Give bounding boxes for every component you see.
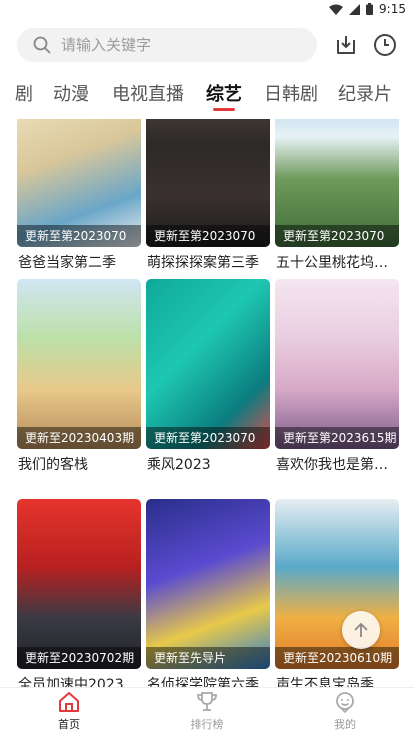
card-title: 爸爸当家第二季 [18, 255, 116, 271]
poster-image: 更新至先导片 [146, 499, 270, 669]
status-bar: 9:15 [0, 0, 414, 18]
poster-image: 更新至20230403期 [17, 279, 141, 449]
update-badge: 更新至第2023070 [154, 431, 256, 445]
poster-image: 更新至20230610期 [275, 499, 399, 669]
scroll-to-top-button[interactable] [342, 611, 380, 649]
home-icon [59, 692, 79, 712]
history-clock-icon [374, 34, 396, 56]
poster-image: 更新至第2023070 [17, 119, 141, 247]
search-row [0, 28, 414, 64]
tab-documentary[interactable]: 纪录片 [338, 80, 392, 106]
trophy-icon [197, 692, 217, 711]
tab-drama[interactable]: 剧 [15, 80, 33, 106]
poster-image: 更新至第2023070 [146, 279, 270, 449]
active-tab-indicator [213, 108, 235, 111]
card-title: 萌探探探案第三季 [147, 255, 259, 271]
signal-icon [349, 3, 361, 15]
card-title: 乘风2023 [147, 457, 211, 473]
update-badge: 更新至20230610期 [283, 651, 393, 665]
tab-tv-live[interactable]: 电视直播 [112, 80, 184, 106]
poster-image: 更新至第2023070 [146, 119, 270, 247]
search-box[interactable] [17, 28, 317, 62]
card-title: 我们的客栈 [18, 457, 88, 473]
nav-profile[interactable]: 我的 [305, 690, 385, 736]
nav-home[interactable]: 首页 [29, 690, 109, 736]
tab-variety[interactable]: 综艺 [206, 80, 242, 106]
variety-grid: 更新至第2023070 爸爸当家第二季 更新至第2023070 萌探探探案第三季… [0, 119, 414, 687]
card-title: 声生不息宝岛季 [276, 677, 374, 687]
search-input[interactable] [61, 36, 281, 54]
update-badge: 更新至先导片 [154, 651, 227, 665]
nav-profile-label: 我的 [334, 718, 356, 731]
nav-ranking-label: 排行榜 [190, 718, 224, 731]
update-badge: 更新至第2023070 [25, 229, 127, 243]
wifi-icon [329, 4, 344, 15]
card-title: 五十公里桃花坞第三季 [276, 255, 400, 271]
update-badge: 更新至20230702期 [25, 651, 135, 665]
nav-ranking[interactable]: 排行榜 [167, 690, 247, 736]
status-time: 9:15 [379, 2, 406, 16]
poster-image: 更新至第2023615期 [275, 279, 399, 449]
tab-jk-drama[interactable]: 日韩剧 [264, 80, 318, 106]
smiley-icon [336, 692, 354, 714]
card-title: 全员加速中2023 [18, 677, 124, 687]
download-icon [337, 36, 355, 54]
card-title: 喜欢你我也是第四季 [276, 457, 400, 473]
search-icon [33, 36, 51, 54]
tab-anime[interactable]: 动漫 [53, 80, 89, 106]
category-tabs: 剧 动漫 电视直播 综艺 日韩剧 纪录片 [0, 76, 414, 112]
update-badge: 更新至第2023070 [154, 229, 256, 243]
history-button[interactable] [372, 32, 398, 58]
poster-image: 更新至20230702期 [17, 499, 141, 669]
arrow-up-icon [354, 622, 368, 637]
update-badge: 更新至20230403期 [25, 431, 135, 445]
bottom-nav: 首页 排行榜 我的 [0, 687, 414, 737]
poster-image: 更新至第2023070 [275, 119, 399, 247]
battery-icon [366, 3, 374, 15]
update-badge: 更新至第2023070 [283, 229, 385, 243]
nav-home-label: 首页 [58, 718, 80, 731]
card-title: 名侦探学院第六季 [147, 677, 259, 687]
status-icons: 9:15 [329, 2, 406, 16]
download-button[interactable] [333, 32, 359, 58]
update-badge: 更新至第2023615期 [283, 431, 397, 445]
